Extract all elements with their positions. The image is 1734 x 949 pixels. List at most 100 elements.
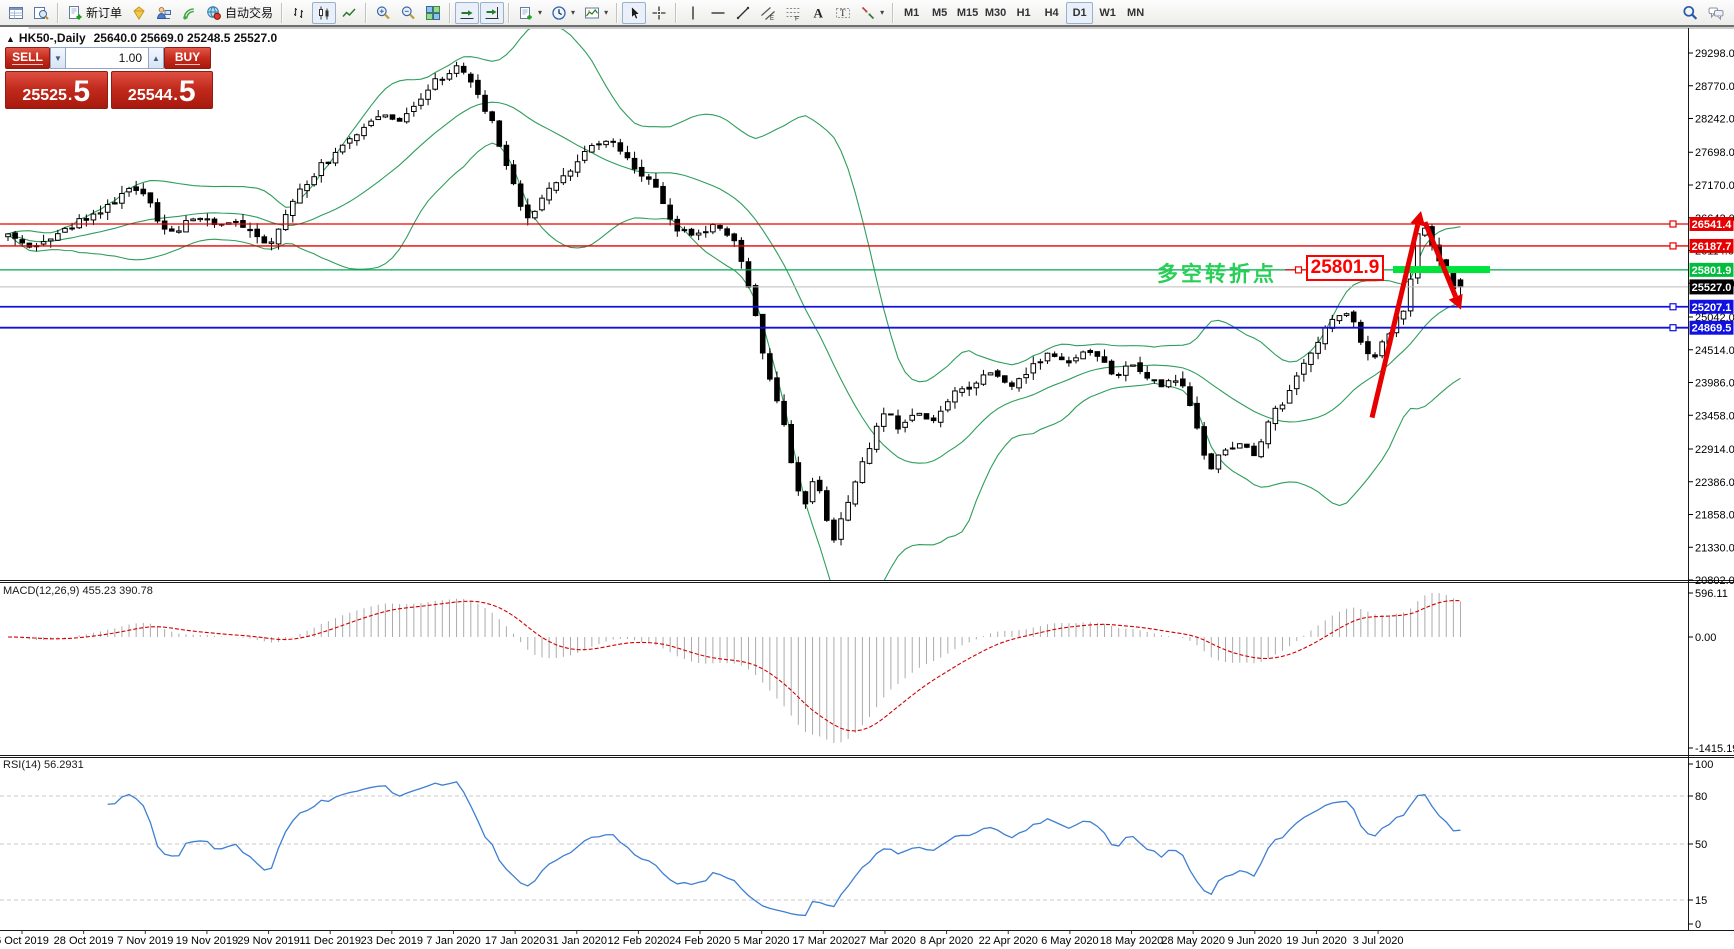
svg-text:T: T: [840, 8, 846, 18]
chart-shift-button[interactable]: [480, 2, 504, 24]
timeframe-d1-button[interactable]: D1: [1066, 2, 1093, 24]
crosshair-icon: [651, 5, 667, 21]
main-price-pane: [6, 27, 1463, 619]
zoom-in-button[interactable]: [371, 2, 395, 24]
svg-text:17 Jan 2020: 17 Jan 2020: [485, 935, 546, 947]
search-button[interactable]: [1678, 2, 1702, 24]
auto-scroll-button[interactable]: [455, 2, 479, 24]
hline-button[interactable]: [706, 2, 730, 24]
volume-input[interactable]: [66, 47, 148, 69]
svg-text:25527.0: 25527.0: [1692, 282, 1732, 294]
pane-separators[interactable]: [0, 28, 1734, 931]
chart-canvas[interactable]: 29298.028770.028242.027698.027170.026642…: [0, 27, 1734, 949]
svg-text:29 Nov 2019: 29 Nov 2019: [237, 935, 299, 947]
fibonacci-button[interactable]: F: [781, 2, 805, 24]
macd-signal-line: [8, 601, 1460, 731]
sell-button[interactable]: SELL: [5, 47, 50, 69]
candles: [6, 62, 1463, 546]
trendline-icon: [735, 5, 751, 21]
timeframe-m30-button[interactable]: M30: [982, 2, 1009, 24]
timeframe-h1-button[interactable]: H1: [1010, 2, 1037, 24]
timeframe-w1-button[interactable]: W1: [1094, 2, 1121, 24]
timeframe-h4-button[interactable]: H4: [1038, 2, 1065, 24]
svg-text:25801.9: 25801.9: [1692, 265, 1732, 277]
zoom-out-button[interactable]: [396, 2, 420, 24]
new-order-button[interactable]: 新订单: [63, 2, 126, 24]
svg-text:24 Feb 2020: 24 Feb 2020: [669, 935, 731, 947]
collapse-panel-icon[interactable]: ▲: [6, 34, 15, 44]
templates-button[interactable]: ▾: [580, 2, 612, 24]
search-icon: [1682, 5, 1698, 21]
svg-text:6 Oct 2019: 6 Oct 2019: [0, 935, 49, 947]
horizontal-levels[interactable]: [0, 221, 1688, 331]
templates-icon: [584, 5, 600, 21]
timeframe-m5-button[interactable]: M5: [926, 2, 953, 24]
ohlc-values: 25640.0 25669.0 25248.5 25527.0: [94, 31, 278, 45]
volume-decrease-button[interactable]: ▼: [50, 47, 66, 69]
buy-price-pip: 5: [179, 78, 196, 106]
tile-windows-button[interactable]: [421, 2, 445, 24]
svg-text:28242.0: 28242.0: [1695, 114, 1734, 126]
periods-button[interactable]: ▾: [547, 2, 579, 24]
price-axis[interactable]: 29298.028770.028242.027698.027170.026642…: [1688, 48, 1734, 587]
buy-price-main: 25544: [128, 86, 173, 106]
navigator-button[interactable]: [29, 2, 53, 24]
metaeditor-button[interactable]: [127, 2, 151, 24]
toolbar-separator: [449, 3, 451, 23]
svg-text:26187.7: 26187.7: [1692, 241, 1732, 253]
arrows-button[interactable]: ▾: [856, 2, 888, 24]
buy-button[interactable]: BUY: [164, 47, 211, 69]
timeframe-m15-button[interactable]: M15: [954, 2, 981, 24]
trade-panel-prices: 25525.5 25544.5: [5, 71, 213, 109]
svg-text:17 Mar 2020: 17 Mar 2020: [792, 935, 854, 947]
channel-icon: E: [760, 5, 776, 21]
autotrading-button[interactable]: 自动交易: [202, 2, 277, 24]
volume-increase-button[interactable]: ▲: [148, 47, 164, 69]
sell-price[interactable]: 25525.5: [5, 71, 108, 109]
chart-line-button[interactable]: [337, 2, 361, 24]
macd-pane: [8, 593, 1460, 743]
vline-button[interactable]: [681, 2, 705, 24]
timeframe-m1-button[interactable]: M1: [898, 2, 925, 24]
annotation-price-label[interactable]: 25801.9: [1306, 255, 1384, 281]
text-icon: A: [810, 5, 826, 21]
market-watch-button[interactable]: [4, 2, 28, 24]
svg-text:0.00: 0.00: [1695, 632, 1716, 644]
signals-button[interactable]: [177, 2, 201, 24]
svg-text:50: 50: [1695, 839, 1707, 851]
cursor-button[interactable]: [622, 2, 646, 24]
svg-text:12 Feb 2020: 12 Feb 2020: [608, 935, 670, 947]
svg-text:23 Dec 2019: 23 Dec 2019: [361, 935, 423, 947]
text-label-button[interactable]: T: [831, 2, 855, 24]
sell-price-dot: .: [68, 86, 72, 106]
strategy-tester-icon: [156, 5, 172, 21]
toolbar-separator: [365, 3, 367, 23]
text-button[interactable]: A: [806, 2, 830, 24]
chart-candles-button[interactable]: [312, 2, 336, 24]
svg-text:F: F: [795, 15, 799, 21]
toolbar-right-icons: [1678, 2, 1728, 24]
chart-bars-button[interactable]: [287, 2, 311, 24]
toolbar-separator: [675, 3, 677, 23]
strategy-tester-button[interactable]: [152, 2, 176, 24]
bollinger-bands: [8, 27, 1460, 619]
svg-text:19 Jun 2020: 19 Jun 2020: [1286, 935, 1347, 947]
channel-button[interactable]: E: [756, 2, 780, 24]
svg-text:29298.0: 29298.0: [1695, 48, 1734, 60]
svg-text:22386.0: 22386.0: [1695, 477, 1734, 489]
trendline-button[interactable]: [731, 2, 755, 24]
svg-text:19 Nov 2019: 19 Nov 2019: [176, 935, 238, 947]
new-chart-button[interactable]: ▾: [514, 2, 546, 24]
chart-line-icon: [341, 5, 357, 21]
timeframe-mn-button[interactable]: MN: [1122, 2, 1149, 24]
svg-text:27698.0: 27698.0: [1695, 147, 1734, 159]
cursor-icon: [626, 5, 642, 21]
crosshair-button[interactable]: [647, 2, 671, 24]
time-axis[interactable]: 6 Oct 201928 Oct 20197 Nov 201919 Nov 20…: [0, 931, 1403, 948]
toolbar-separator: [57, 3, 59, 23]
svg-text:A: A: [814, 5, 824, 20]
svg-text:27 Mar 2020: 27 Mar 2020: [854, 935, 916, 947]
buy-price[interactable]: 25544.5: [111, 71, 214, 109]
annotation-text[interactable]: 多空转折点: [1157, 258, 1277, 288]
chat-button[interactable]: [1704, 2, 1728, 24]
